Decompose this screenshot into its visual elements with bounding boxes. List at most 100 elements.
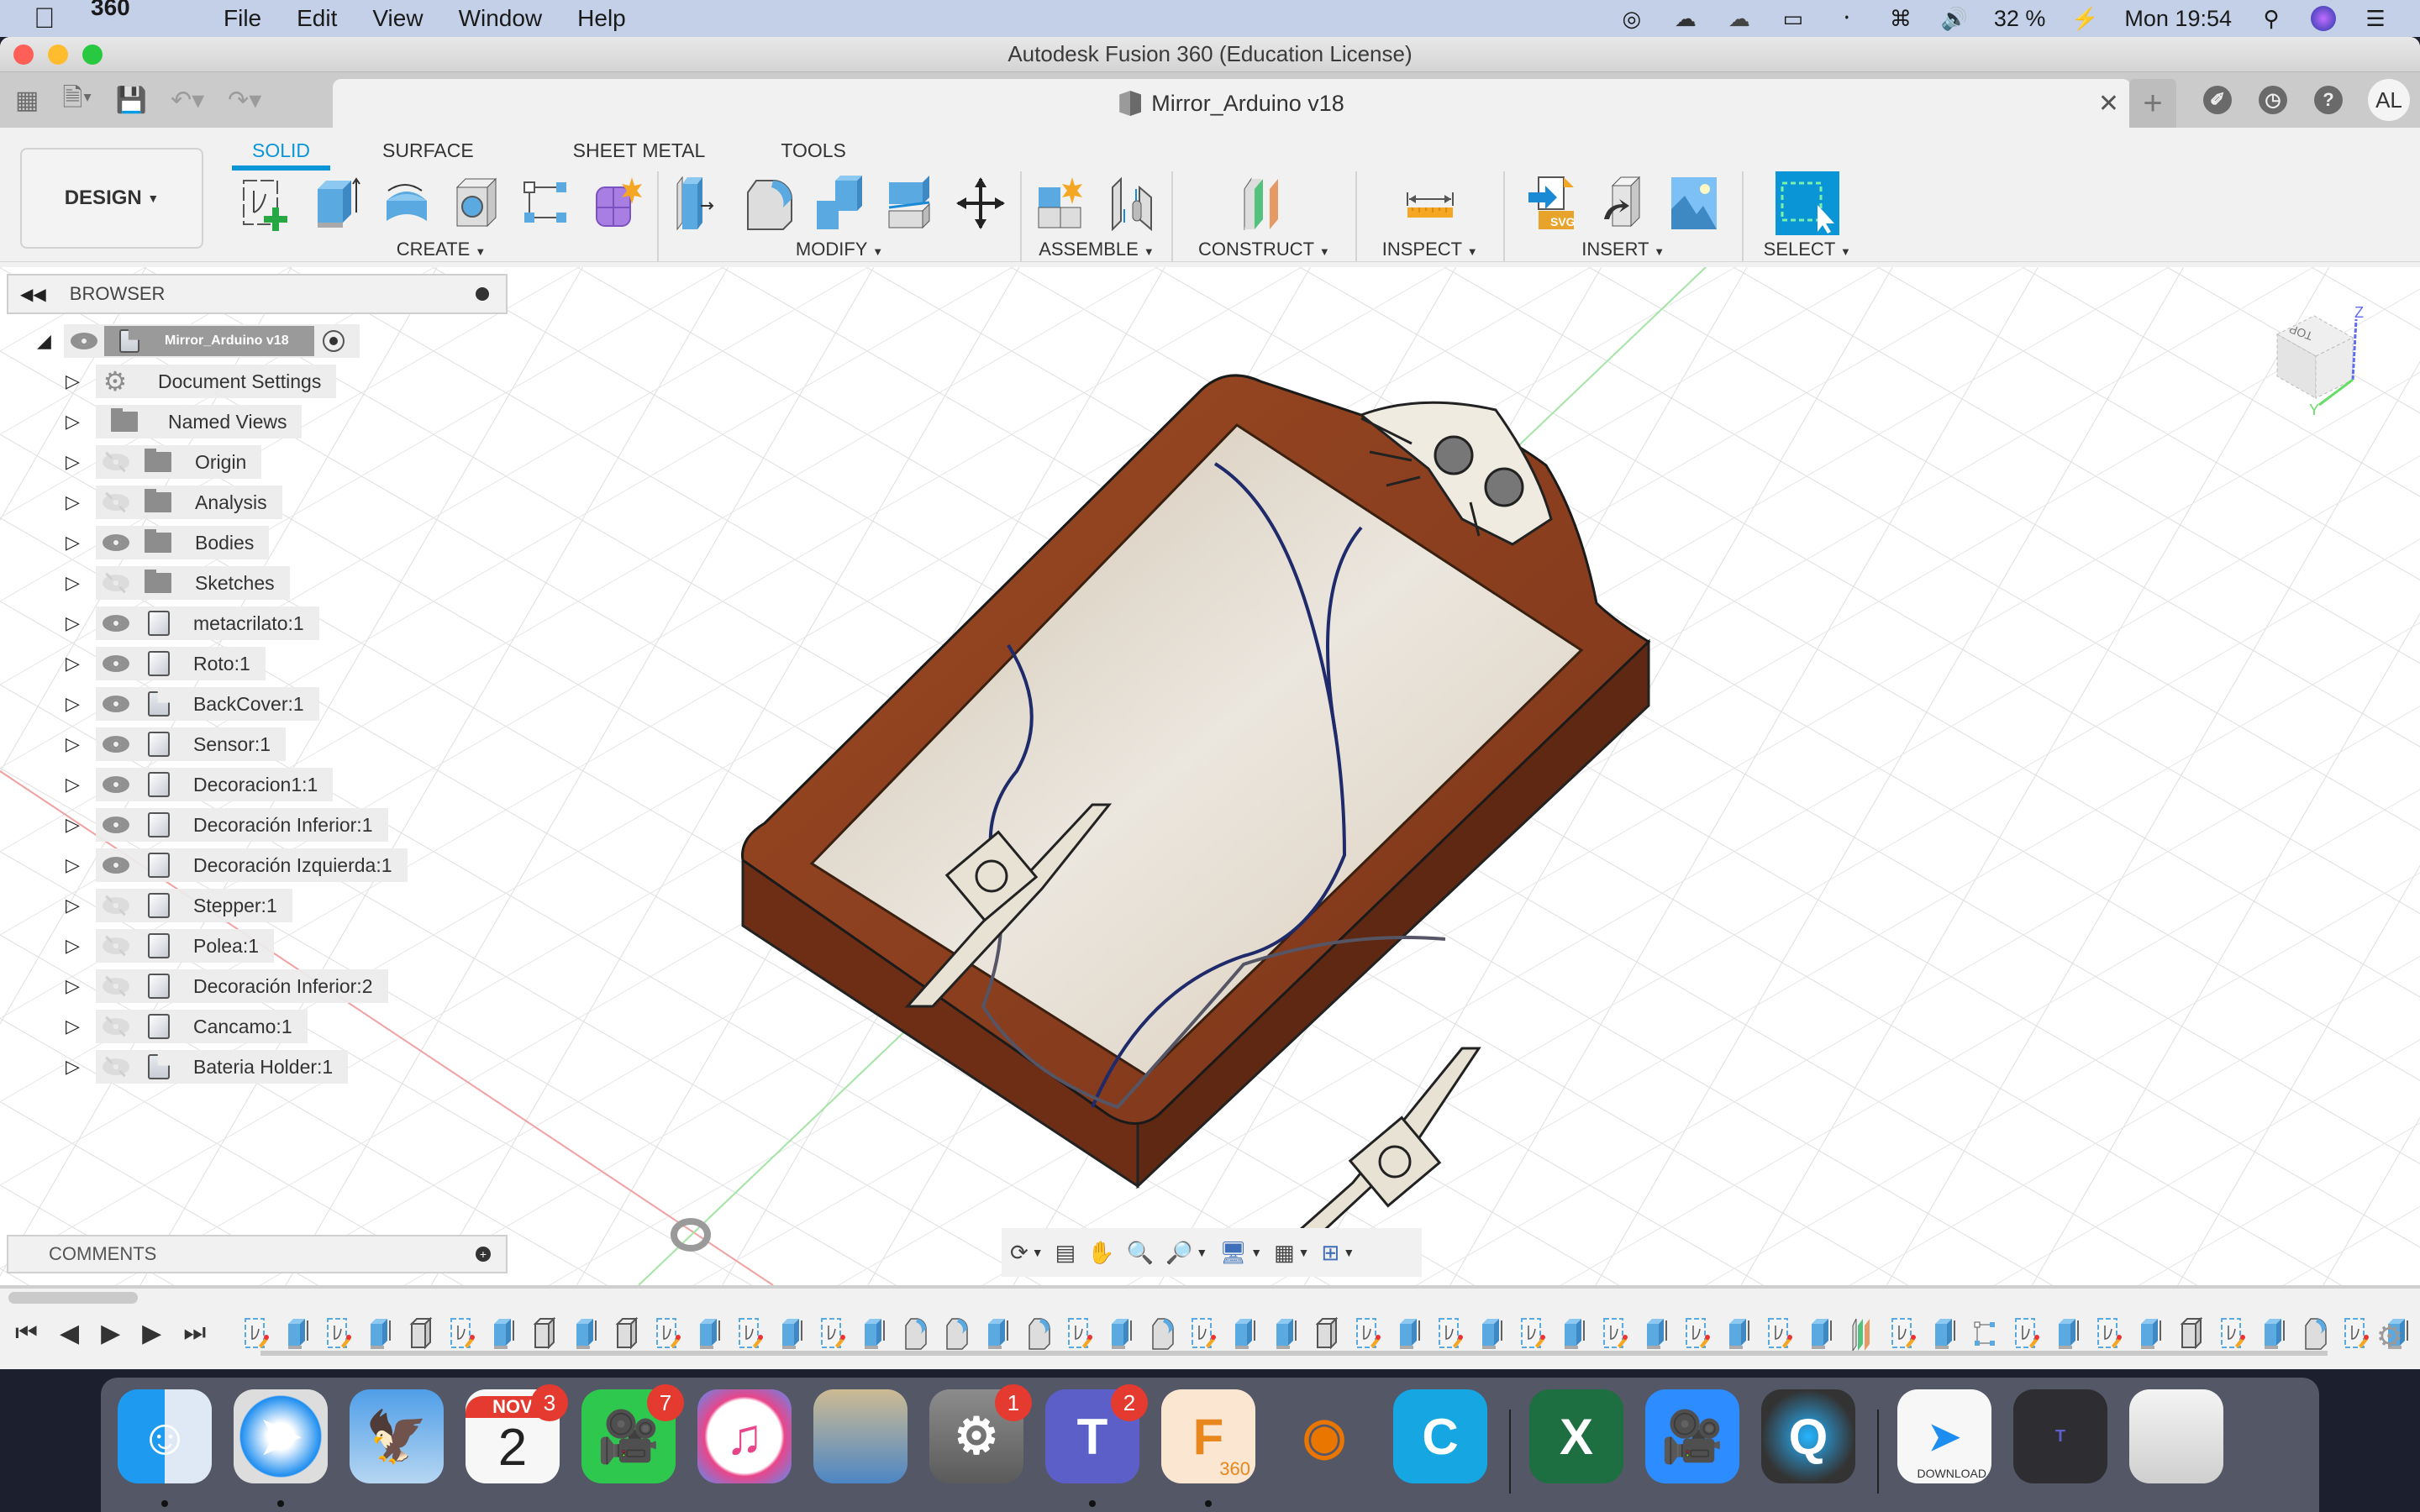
expand-triangle-icon[interactable]: ▷: [66, 532, 80, 554]
dock-app-facetime[interactable]: 🎥 7: [581, 1384, 684, 1492]
expand-triangle-icon[interactable]: ▷: [66, 370, 80, 392]
document-tab[interactable]: Mirror_Arduino v18 ✕: [333, 79, 2131, 128]
expand-triangle-icon[interactable]: ▷: [66, 612, 80, 634]
press-pull-icon[interactable]: [672, 176, 724, 231]
help-icon[interactable]: ?: [2314, 86, 2343, 114]
timeline-feature-sketch[interactable]: [244, 1317, 269, 1351]
step-back-icon[interactable]: ◀: [60, 1319, 79, 1348]
hole-icon[interactable]: [450, 176, 502, 231]
tree-root[interactable]: ◢ Mirror_Arduino v18: [0, 321, 504, 361]
battery-charging-icon[interactable]: ⚡: [2070, 6, 2099, 31]
browser-item[interactable]: ▷ Decoración Inferior:1: [0, 805, 504, 845]
browser-item[interactable]: ▷ Decoración Inferior:2: [0, 966, 504, 1006]
timeline-feature-box[interactable]: [408, 1316, 434, 1351]
fillet-icon[interactable]: [743, 176, 795, 231]
visibility-eye-icon[interactable]: [103, 816, 129, 833]
timeline-feature-sketch[interactable]: [2220, 1317, 2245, 1351]
timeline-feature-fillet[interactable]: [2302, 1317, 2328, 1351]
look-at-icon[interactable]: ▤: [1055, 1240, 1076, 1266]
expand-triangle-icon[interactable]: ▷: [66, 411, 80, 433]
revolve-icon[interactable]: [380, 176, 432, 231]
timeline-feature-sketch[interactable]: [738, 1317, 763, 1351]
expand-triangle-icon[interactable]: ▷: [66, 1056, 80, 1078]
expand-triangle-icon[interactable]: ▷: [66, 814, 80, 836]
timeline-feature-extrude[interactable]: [1108, 1317, 1134, 1351]
display-settings-icon[interactable]: 🖥: [1219, 1240, 1247, 1266]
timeline-feature-extrude[interactable]: [285, 1317, 310, 1351]
grid-settings-icon[interactable]: ▦: [1274, 1240, 1295, 1266]
create-menu[interactable]: CREATE ▼: [397, 239, 487, 260]
go-to-end-icon[interactable]: ⏭: [183, 1319, 206, 1348]
visibility-eye-icon[interactable]: [103, 655, 129, 672]
wifi-icon[interactable]: ⌘: [1886, 6, 1915, 31]
expand-triangle-icon[interactable]: ▷: [66, 693, 80, 715]
timeline-feature-extrude[interactable]: [1397, 1317, 1422, 1351]
volume-icon[interactable]: 🔊: [1940, 6, 1969, 31]
visibility-eye-icon[interactable]: [103, 857, 129, 874]
go-to-start-icon[interactable]: ⏮: [15, 1319, 38, 1348]
fit-window-icon[interactable]: 🔎: [1165, 1240, 1192, 1266]
timeline-feature-sketch[interactable]: [326, 1317, 351, 1351]
timeline-feature-extrude[interactable]: [985, 1317, 1010, 1351]
dock-app-itunes[interactable]: ♫: [697, 1389, 795, 1492]
timeline-feature-sketch[interactable]: [1355, 1317, 1381, 1351]
browser-pin-icon[interactable]: [476, 287, 489, 301]
undo-icon[interactable]: ↶▾: [171, 86, 204, 115]
combine-icon[interactable]: [813, 176, 865, 231]
menu-window[interactable]: Window: [459, 5, 543, 32]
visibility-eye-icon[interactable]: [103, 776, 129, 793]
creative-cloud-icon[interactable]: ☁●: [1671, 6, 1700, 55]
screen-recorder-icon[interactable]: ◎: [1618, 6, 1646, 31]
visibility-eye-icon[interactable]: [103, 696, 129, 712]
timeline-feature-sketch[interactable]: [1767, 1317, 1792, 1351]
chevron-down-icon[interactable]: ▼: [1032, 1246, 1044, 1259]
expand-triangle-icon[interactable]: ▷: [66, 451, 80, 473]
viewcube[interactable]: TOP Z Y: [2260, 301, 2370, 418]
offset-plane-icon[interactable]: [1238, 176, 1290, 231]
visibility-hidden-icon[interactable]: [103, 454, 129, 470]
menu-file[interactable]: File: [224, 5, 261, 32]
expand-triangle-icon[interactable]: ▷: [66, 935, 80, 957]
chevron-down-icon[interactable]: ▼: [1343, 1246, 1355, 1259]
zoom-icon[interactable]: 🔍: [1127, 1240, 1154, 1266]
timeline-feature-extrude[interactable]: [1273, 1317, 1298, 1351]
timeline-feature-sketch[interactable]: [2096, 1317, 2122, 1351]
visibility-hidden-icon[interactable]: [103, 1058, 129, 1075]
spotlight-search-icon[interactable]: ⚲: [2257, 6, 2286, 31]
dock-app-system-preferences[interactable]: ⚙ 1: [929, 1384, 1032, 1492]
browser-item[interactable]: ▷ Sensor:1: [0, 724, 504, 764]
timeline-feature-extrude[interactable]: [1932, 1317, 1957, 1351]
insert-menu[interactable]: INSERT ▼: [1581, 239, 1665, 260]
dock-app-zoom[interactable]: 🎥: [1645, 1389, 1743, 1492]
dock-app-mail[interactable]: 🦅: [350, 1389, 447, 1492]
root-component-label[interactable]: Mirror_Arduino v18: [104, 326, 314, 356]
apple-menu-icon[interactable]: : [34, 3, 59, 35]
dock-app-microsoft-excel[interactable]: X: [1529, 1389, 1627, 1492]
expand-triangle-icon[interactable]: ▷: [66, 491, 80, 513]
timeline-feature-extrude[interactable]: [1479, 1317, 1504, 1351]
visibility-eye-icon[interactable]: [103, 534, 129, 551]
timeline-feature-sketch[interactable]: [1520, 1317, 1545, 1351]
visibility-hidden-icon[interactable]: [103, 897, 129, 914]
dock-app-blender[interactable]: ◉: [1277, 1389, 1375, 1492]
collapse-browser-icon[interactable]: ◀◀: [20, 284, 46, 305]
dock-app-quicktime-player[interactable]: Q: [1761, 1389, 1859, 1492]
browser-item[interactable]: ▷ Stepper:1: [0, 885, 504, 926]
timeline-feature-box[interactable]: [2179, 1316, 2204, 1351]
timeline-feature-extrude[interactable]: [1232, 1317, 1257, 1351]
tab-tools[interactable]: TOOLS: [760, 134, 866, 171]
data-panel-grid-icon[interactable]: ▦: [15, 86, 39, 115]
workspace-switcher-button[interactable]: DESIGN ▼: [20, 148, 203, 249]
timeline-feature-sketch[interactable]: [820, 1317, 845, 1351]
dock-app-teams-window[interactable]: T: [2013, 1389, 2111, 1492]
construct-menu[interactable]: CONSTRUCT ▼: [1198, 239, 1330, 260]
timeline-feature-sketch[interactable]: [2014, 1317, 2039, 1351]
split-body-icon[interactable]: [884, 176, 936, 231]
timeline-feature-sketch[interactable]: [1191, 1317, 1216, 1351]
viewports-icon[interactable]: ⊞: [1322, 1240, 1340, 1266]
notification-center-icon[interactable]: ☰: [2361, 6, 2390, 31]
dock-app-safari[interactable]: ➤: [234, 1389, 331, 1507]
visibility-hidden-icon[interactable]: [103, 978, 129, 995]
expand-triangle-icon[interactable]: ▷: [66, 653, 80, 675]
chevron-down-icon[interactable]: ▼: [1250, 1246, 1262, 1259]
